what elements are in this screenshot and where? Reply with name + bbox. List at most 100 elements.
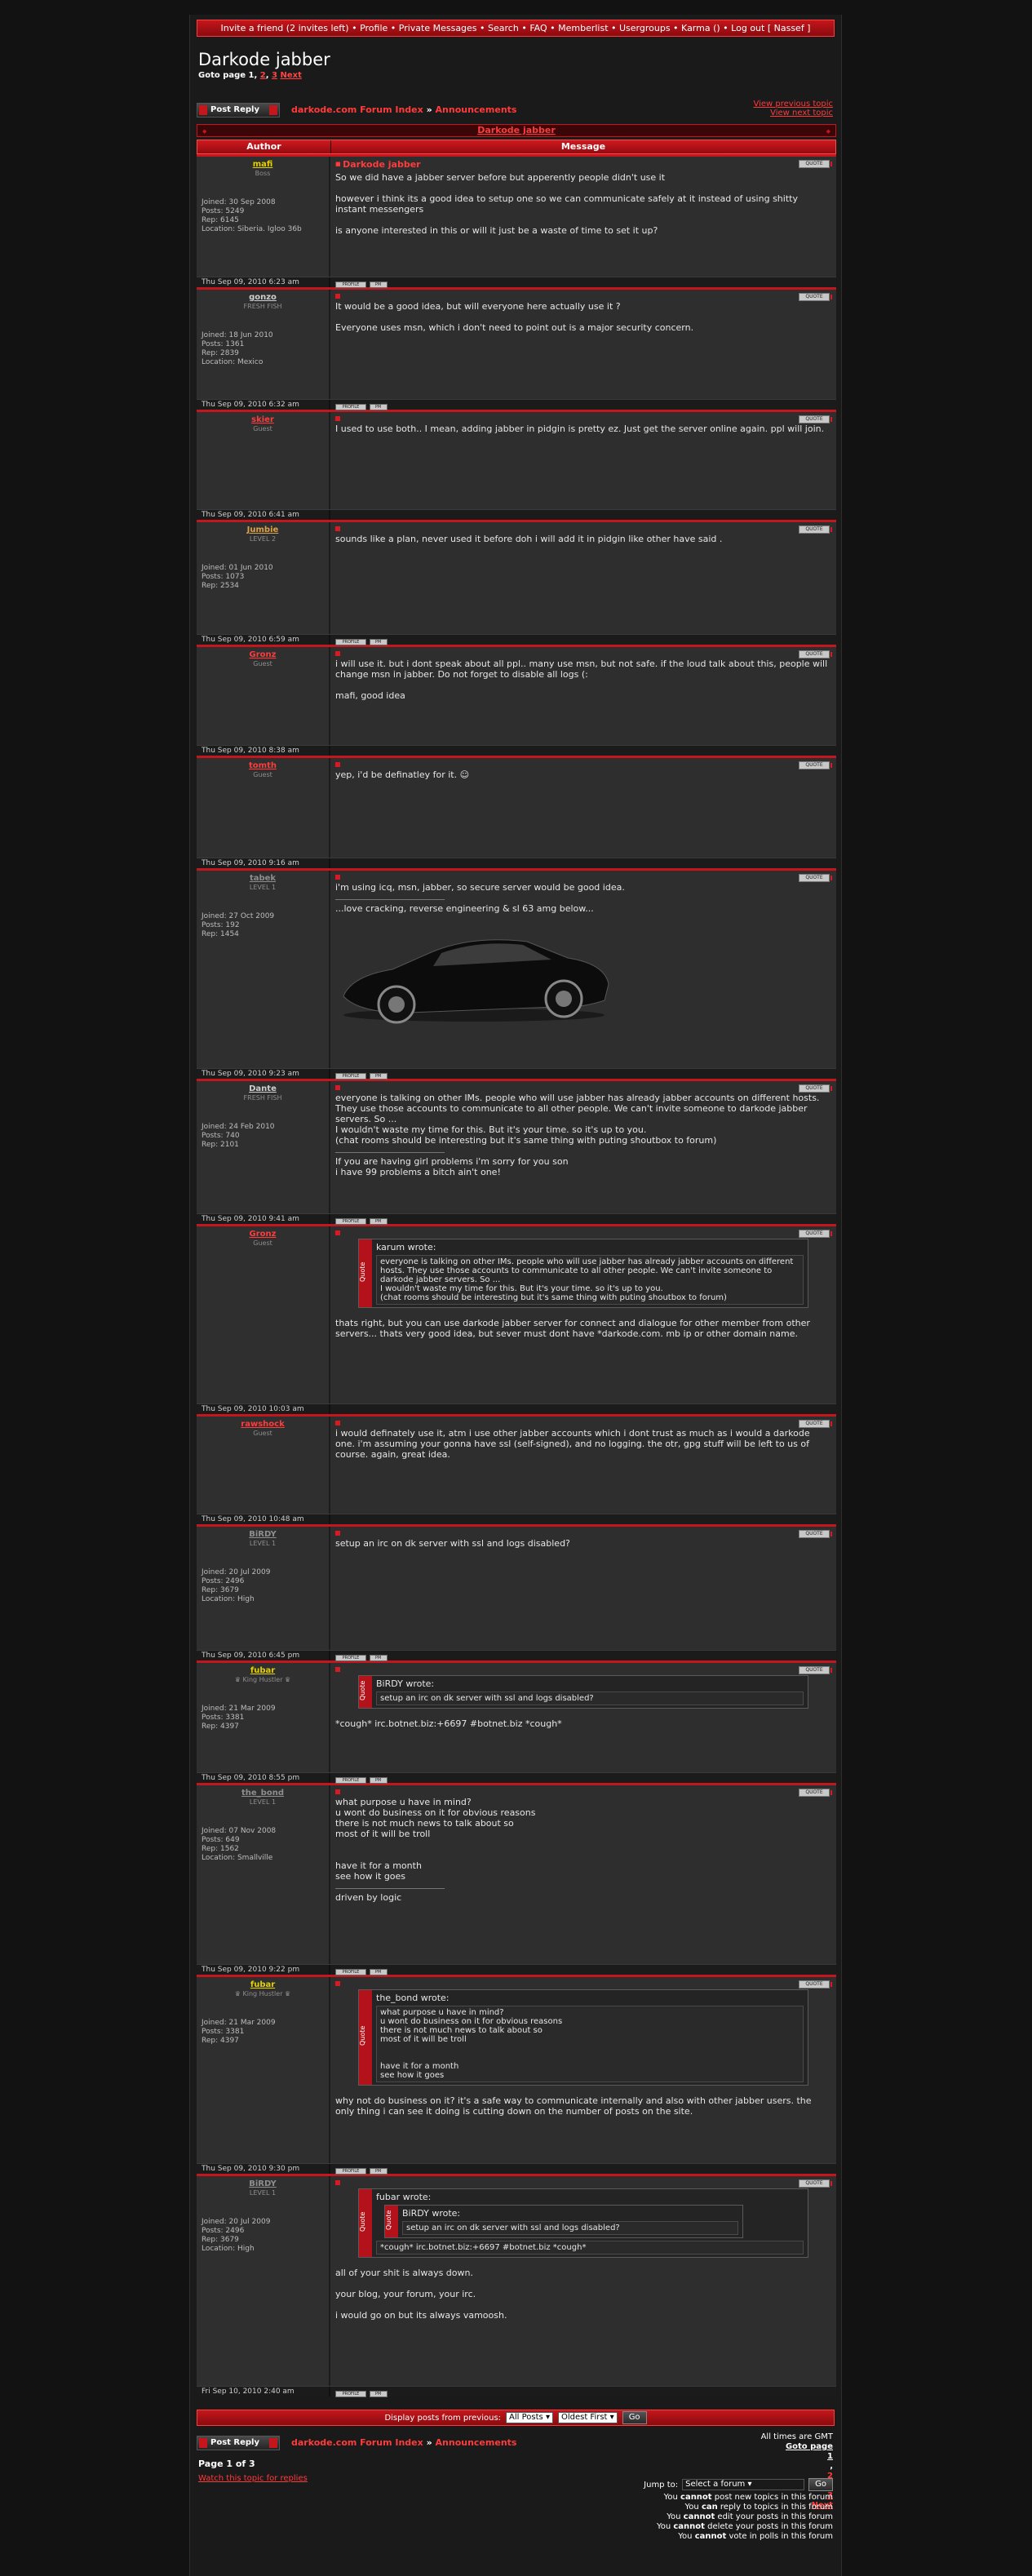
nav-profile-link[interactable]: Profile [360, 23, 388, 33]
author-name[interactable]: BiRDY [202, 2179, 324, 2188]
pm-button[interactable]: PM [369, 404, 388, 410]
profile-button[interactable]: PROFILE [335, 1655, 366, 1661]
post-marker-icon[interactable] [335, 1085, 340, 1090]
view-previous-topic-link[interactable]: View previous topic [753, 100, 833, 109]
post-marker-icon[interactable] [335, 526, 340, 531]
nav-private-messages-link[interactable]: Private Messages [399, 23, 477, 33]
profile-button[interactable]: PROFILE [335, 1073, 366, 1080]
pm-button[interactable]: PM [369, 2168, 388, 2175]
profile-button[interactable]: PROFILE [335, 1969, 366, 1975]
quote-button[interactable]: QUOTE [799, 293, 832, 301]
profile-button[interactable]: PROFILE [335, 1218, 366, 1225]
table-title[interactable]: Darkode jabber [197, 124, 836, 137]
author-name[interactable]: fubar [202, 1980, 324, 1989]
post-footer-icons: PROFILE PM [330, 1651, 836, 1661]
pm-button[interactable]: PM [369, 282, 388, 288]
post-body: QUOTE setup an irc on dk server with ssl … [330, 1527, 836, 1650]
post-message: thats right, but you can use darkode jab… [335, 1318, 813, 1339]
profile-button[interactable]: PROFILE [335, 1777, 366, 1784]
quote-button[interactable]: QUOTE [799, 1530, 832, 1538]
author-name[interactable]: the_bond [202, 1789, 324, 1798]
author-name[interactable]: tomth [202, 761, 324, 770]
author-location: Location: Mexico [202, 358, 264, 366]
nav-faq-link[interactable]: FAQ [529, 23, 547, 33]
post-marker-icon[interactable] [335, 416, 340, 421]
author-name[interactable]: tabek [202, 874, 324, 883]
nav-usergroups-link[interactable]: Usergroups [619, 23, 671, 33]
author-posts: Posts: 2496 [202, 2227, 245, 2235]
nav-invite-link[interactable]: Invite a friend (2 invites left) [221, 23, 349, 33]
post-marker-icon[interactable] [335, 1531, 340, 1536]
pm-button[interactable]: PM [369, 1655, 388, 1661]
profile-button[interactable]: PROFILE [335, 404, 366, 410]
next-page-link[interactable]: Next [281, 71, 302, 80]
pm-button[interactable]: PM [369, 1969, 388, 1975]
page-3-link[interactable]: 3 [272, 71, 277, 80]
nav-search-link[interactable]: Search [488, 23, 519, 33]
post-marker-icon[interactable] [335, 875, 340, 880]
post-marker-icon[interactable] [335, 1230, 340, 1235]
post-timestamp: Thu Sep 09, 2010 10:48 am [197, 1514, 330, 1524]
order-select[interactable]: Oldest First ▾ [557, 2412, 618, 2423]
jump-forum-select[interactable]: Select a forum ▾ [682, 2479, 805, 2490]
author-name[interactable]: BiRDY [202, 1530, 324, 1539]
pm-button[interactable]: PM [369, 2391, 388, 2397]
post-marker-icon[interactable] [335, 1421, 340, 1425]
signature-divider [335, 1888, 445, 1889]
post-marker-icon[interactable] [335, 651, 340, 656]
author-name[interactable]: Dante [202, 1084, 324, 1093]
author-name[interactable]: Gronz [202, 1230, 324, 1239]
profile-button[interactable]: PROFILE [335, 2168, 366, 2175]
post-marker-icon[interactable] [335, 1789, 340, 1794]
author-name[interactable]: skier [202, 415, 324, 424]
nav-logout-link[interactable]: Log out [ Nassef ] [731, 23, 810, 33]
quote-button[interactable]: QUOTE [799, 2179, 832, 2188]
quote-button[interactable]: QUOTE [799, 1980, 832, 1989]
author-name[interactable]: fubar [202, 1666, 324, 1675]
quote-button[interactable]: QUOTE [799, 761, 832, 769]
page-2-link[interactable]: 2 [260, 71, 266, 80]
post-marker-icon[interactable] [335, 2180, 340, 2185]
nested-quote-text: setup an irc on dk server with ssl and l… [402, 2221, 738, 2235]
post-author-panel: tabek LEVEL 1 Joined: 27 Oct 2009 Posts: 19… [197, 871, 330, 1068]
author-name[interactable]: Jumbie [202, 525, 324, 534]
breadcrumb-forum-index-bottom[interactable]: darkode.com Forum Index [291, 2437, 423, 2448]
pm-button[interactable]: PM [369, 639, 388, 645]
author-name[interactable]: rawshock [202, 1420, 324, 1429]
pm-button[interactable]: PM [369, 1218, 388, 1225]
nav-karma-link[interactable]: Karma () [681, 23, 720, 33]
view-next-topic-link[interactable]: View next topic [753, 109, 833, 117]
author-name[interactable]: gonzo [202, 293, 324, 302]
quote-button[interactable]: QUOTE [799, 160, 832, 168]
quote-button[interactable]: QUOTE [799, 1789, 832, 1797]
post-marker-icon[interactable] [335, 762, 340, 767]
post-marker-icon[interactable] [335, 1981, 340, 1986]
profile-button[interactable]: PROFILE [335, 282, 366, 288]
period-select[interactable]: All Posts ▾ [506, 2412, 553, 2423]
post-reply-button[interactable]: Post Reply [197, 103, 280, 117]
post-marker-icon[interactable] [335, 1667, 340, 1672]
profile-button[interactable]: PROFILE [335, 639, 366, 645]
quote-button[interactable]: QUOTE [799, 874, 832, 882]
author-name[interactable]: Gronz [202, 650, 324, 659]
quote-button[interactable]: QUOTE [799, 1230, 832, 1238]
author-name[interactable]: mafi [202, 160, 324, 169]
quote-button[interactable]: QUOTE [799, 1084, 832, 1093]
display-go-button[interactable]: Go [622, 2411, 647, 2424]
profile-button[interactable]: PROFILE [335, 2391, 366, 2397]
quote-button[interactable]: QUOTE [799, 1420, 832, 1428]
quote-button[interactable]: QUOTE [799, 650, 832, 658]
breadcrumb-section[interactable]: Announcements [436, 104, 517, 115]
jump-go-button[interactable]: Go [808, 2478, 833, 2491]
pm-button[interactable]: PM [369, 1777, 388, 1784]
quote-button[interactable]: QUOTE [799, 1666, 832, 1674]
post-reply-button-bottom[interactable]: Post Reply [197, 2436, 280, 2450]
quote-button[interactable]: QUOTE [799, 415, 832, 423]
breadcrumb-section-bottom[interactable]: Announcements [436, 2437, 517, 2448]
post-message: all of your shit is always down. your bl… [335, 2268, 507, 2321]
breadcrumb-forum-index[interactable]: darkode.com Forum Index [291, 104, 423, 115]
nav-memberlist-link[interactable]: Memberlist [558, 23, 608, 33]
post-marker-icon[interactable] [335, 294, 340, 299]
pm-button[interactable]: PM [369, 1073, 388, 1080]
quote-button[interactable]: QUOTE [799, 525, 832, 534]
